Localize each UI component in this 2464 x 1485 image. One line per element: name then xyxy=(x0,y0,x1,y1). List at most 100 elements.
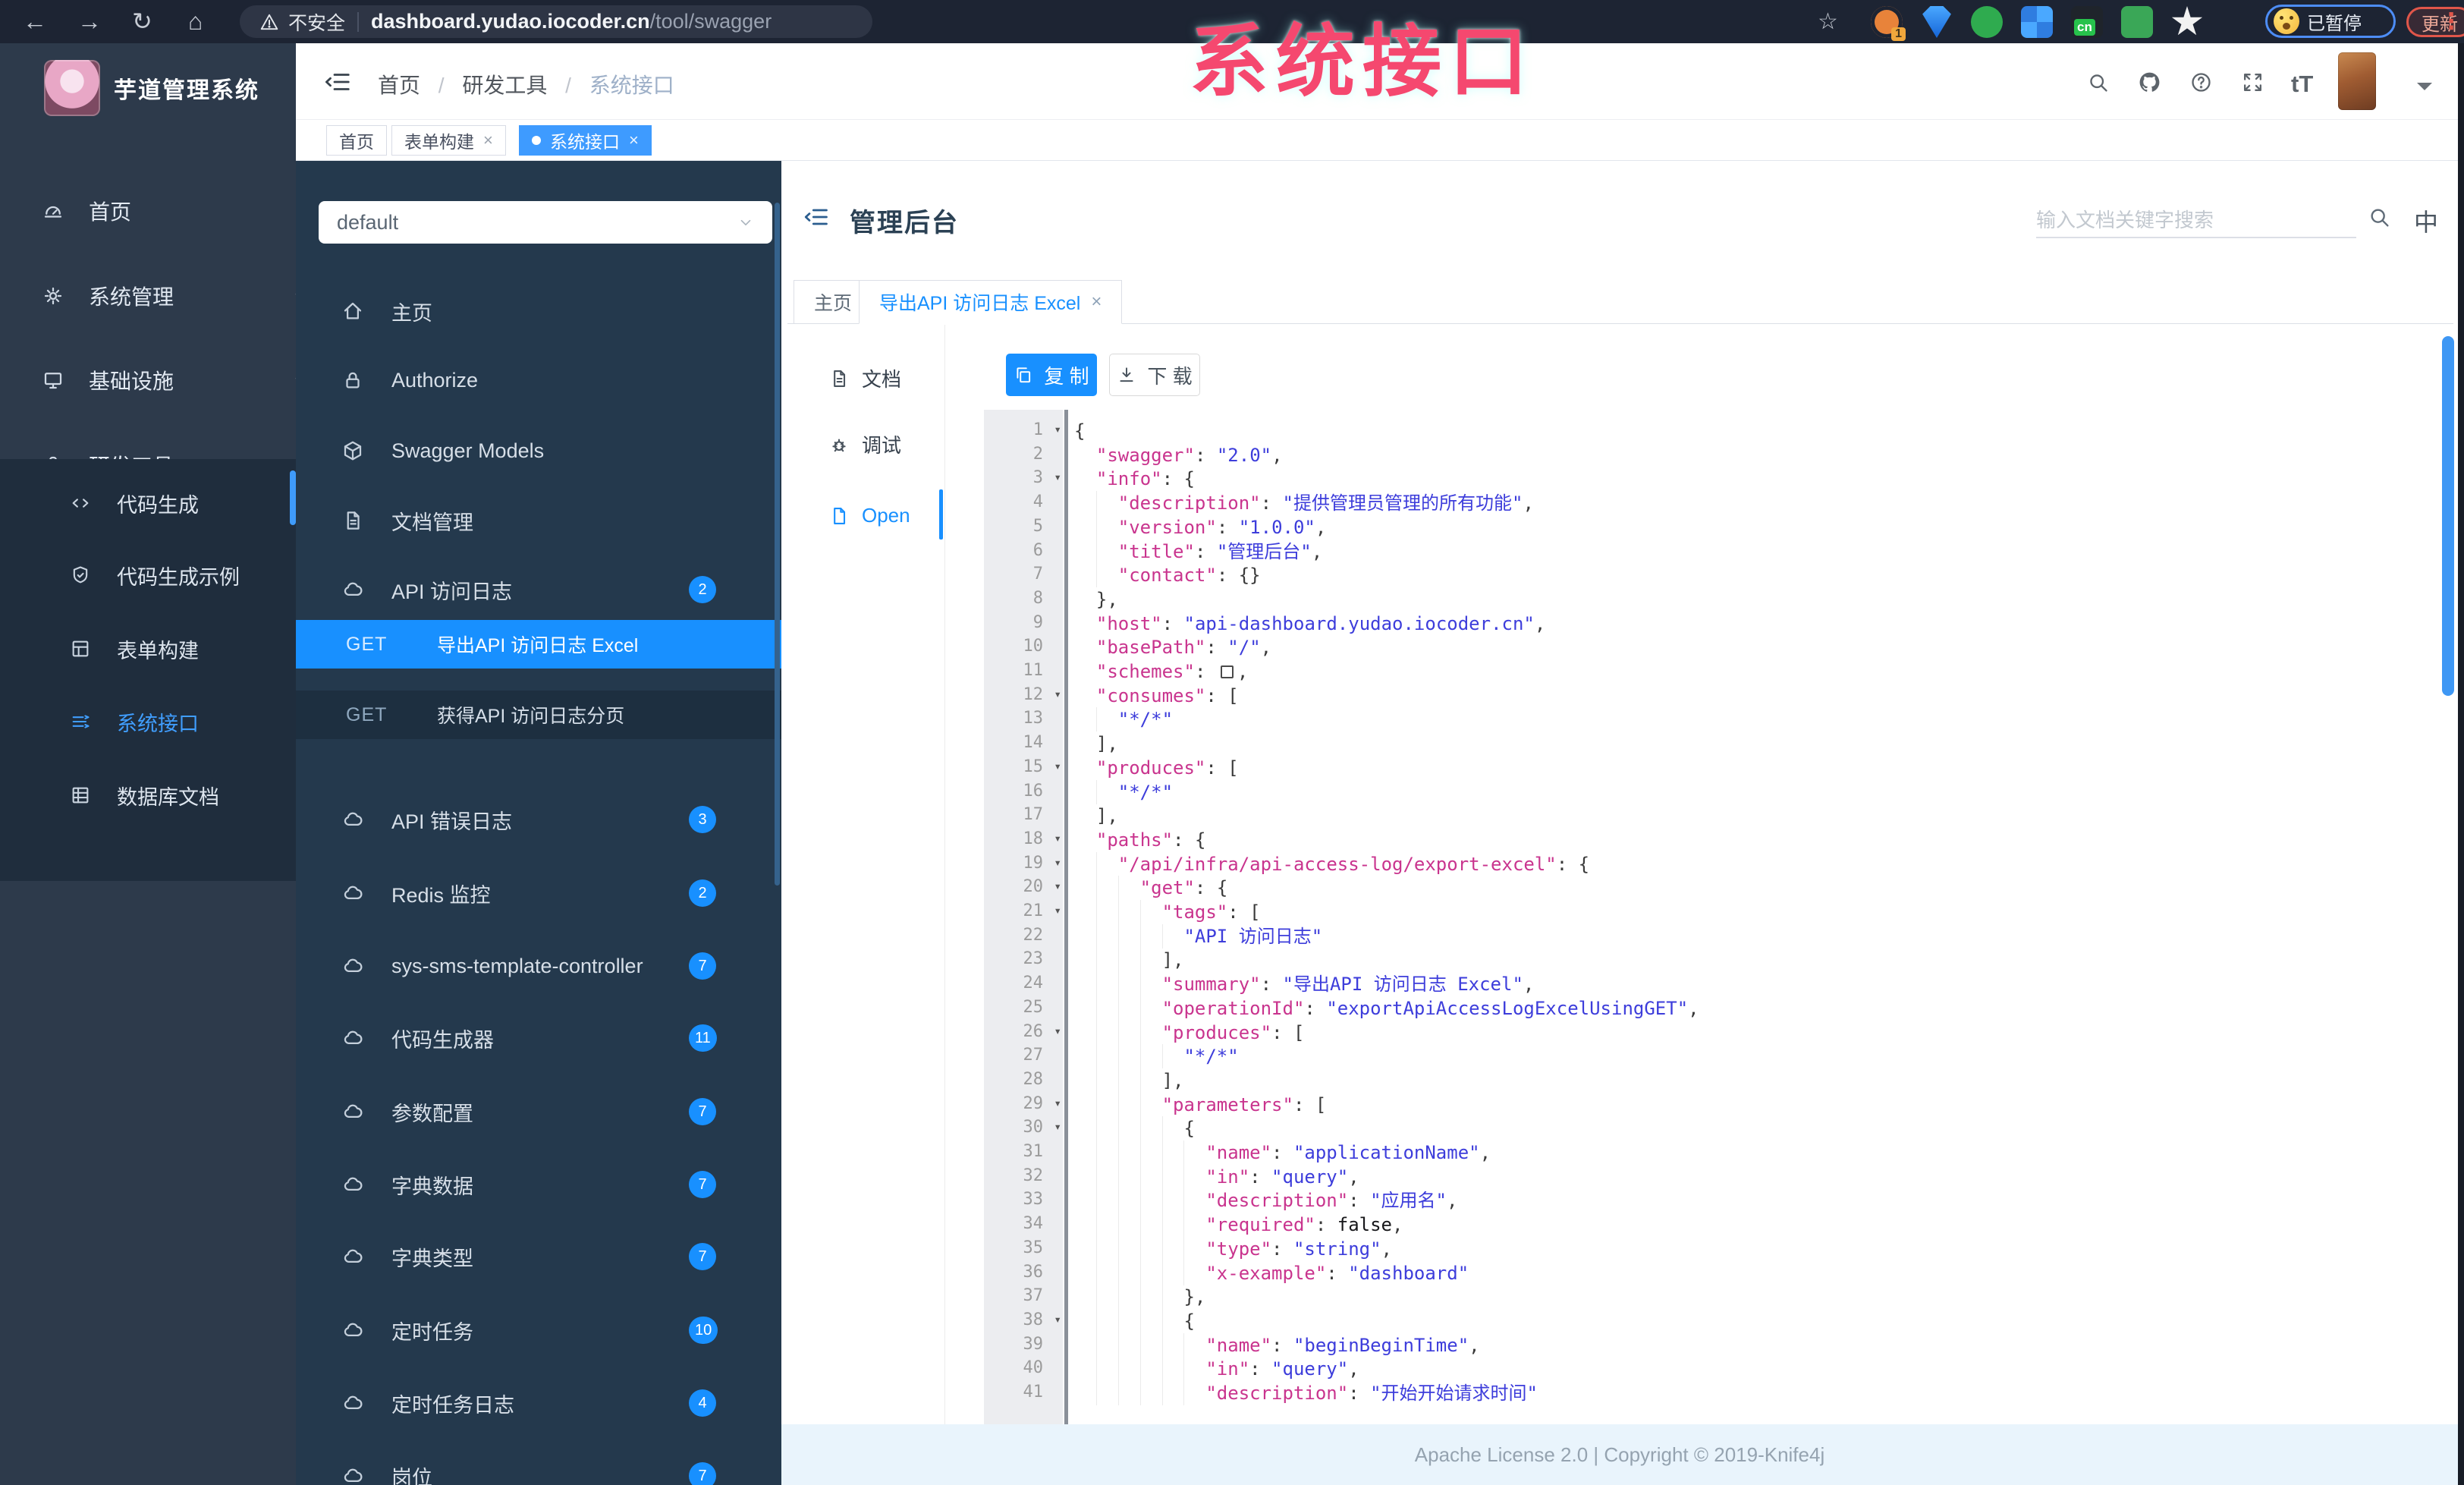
api-group[interactable]: 字典数据 7 xyxy=(296,1161,781,1208)
app-title: 芋道管理系统 xyxy=(114,78,259,103)
close-icon[interactable]: × xyxy=(629,131,639,150)
sidebar-subitem-api[interactable]: 系统接口 xyxy=(0,698,296,745)
code-line: ], xyxy=(1074,948,1183,973)
fold-icon[interactable]: ▾ xyxy=(1054,831,1061,845)
help-icon[interactable] xyxy=(2189,71,2213,94)
fold-icon[interactable]: ▾ xyxy=(1054,470,1061,484)
api-sidebar-scrollbar[interactable] xyxy=(775,203,780,886)
security-label: 不安全 xyxy=(288,12,346,34)
close-icon[interactable]: × xyxy=(483,131,493,150)
doc-menu-调试[interactable]: 调试 xyxy=(828,430,901,458)
cloud-icon xyxy=(341,1465,364,1485)
fold-icon[interactable]: ▾ xyxy=(1054,1312,1061,1326)
code-line: "in": "query", xyxy=(1074,1357,1359,1382)
breadcrumb-item[interactable]: 研发工具 xyxy=(462,74,547,97)
api-group-label: API 错误日志 xyxy=(391,810,513,833)
api-operation[interactable]: GET 导出API 访问日志 Excel xyxy=(296,620,781,669)
github-icon[interactable] xyxy=(2138,71,2161,94)
search-icon[interactable] xyxy=(2086,71,2110,94)
divider xyxy=(357,11,360,32)
count-badge: 7 xyxy=(689,1462,716,1485)
avatar[interactable] xyxy=(2338,52,2376,110)
fold-icon[interactable]: ▾ xyxy=(1054,1119,1061,1134)
fold-icon[interactable]: ▾ xyxy=(1054,1096,1061,1110)
close-icon[interactable]: × xyxy=(1091,291,1102,313)
tag-chip[interactable]: 表单构建 × xyxy=(391,125,506,156)
hamburger-icon[interactable] xyxy=(323,68,352,96)
window-scrollbar[interactable] xyxy=(2458,43,2464,1485)
doc-menu-open[interactable]: Open xyxy=(828,504,910,527)
line-number: 18 ▾ xyxy=(1023,829,1062,848)
fold-icon[interactable]: ▾ xyxy=(1054,879,1061,893)
sidebar-scrollbar[interactable] xyxy=(290,470,296,525)
fold-icon[interactable]: ▾ xyxy=(1054,759,1061,773)
sidebar-subitem-code[interactable]: 代码生成 xyxy=(0,480,296,527)
api-group[interactable]: 定时任务日志 4 xyxy=(296,1380,781,1427)
api-group[interactable]: 岗位 7 xyxy=(296,1452,781,1485)
fold-icon[interactable]: ▾ xyxy=(1054,687,1061,701)
api-group[interactable]: Redis 监控 2 xyxy=(296,870,781,917)
green-square-extension-icon[interactable] xyxy=(2121,6,2153,38)
blue-drop-extension-icon[interactable] xyxy=(1922,6,1951,38)
doc-tab[interactable]: 导出API 访问日志 Excel × xyxy=(859,280,1123,324)
green-check-circle-extension-icon[interactable] xyxy=(1971,6,2003,38)
sidebar-subitem-shield[interactable]: 代码生成示例 xyxy=(0,552,296,599)
api-group[interactable]: 参数配置 7 xyxy=(296,1088,781,1135)
doc-menu-文档[interactable]: 文档 xyxy=(828,364,901,392)
paused-extension-pill[interactable]: 已暂停 xyxy=(2265,5,2396,38)
line-number: 22 xyxy=(1023,925,1044,945)
collapse-menu-icon[interactable] xyxy=(803,203,830,231)
api-group[interactable]: 字典类型 7 xyxy=(296,1233,781,1280)
sidebar-subitem-form[interactable]: 表单构建 xyxy=(0,625,296,672)
docs-icon xyxy=(341,509,364,532)
download-button[interactable]: 下 载 xyxy=(1109,354,1200,396)
api-operation[interactable]: GET 获得API 访问日志分页 xyxy=(296,691,781,739)
sidebar-subitem-db[interactable]: 数据库文档 xyxy=(0,772,296,819)
code-line: "schemes": , xyxy=(1095,661,1249,682)
fold-icon[interactable]: ▾ xyxy=(1054,855,1061,870)
api-menu-home[interactable]: 主页 xyxy=(296,288,781,335)
doc-search-input[interactable]: 输入文档关键字搜索 xyxy=(2036,205,2356,238)
group-select[interactable]: default xyxy=(319,201,772,244)
fold-icon[interactable]: ▾ xyxy=(1054,903,1061,917)
cn-badge-extension-icon[interactable]: cn xyxy=(2071,6,2103,38)
browser-back-icon[interactable]: ← xyxy=(23,6,47,36)
search-icon[interactable] xyxy=(2367,205,2391,229)
main-scrollbar[interactable] xyxy=(2442,336,2454,696)
line-number: 39 xyxy=(1023,1334,1044,1354)
tag-chip[interactable]: 首页 xyxy=(326,125,387,156)
language-switch[interactable]: 中 xyxy=(2414,203,2438,238)
sidebar-item-home[interactable]: 首页 xyxy=(0,187,296,234)
fold-icon[interactable]: ▾ xyxy=(1054,1024,1061,1038)
api-group[interactable]: 代码生成器 11 xyxy=(296,1015,781,1062)
code-line: { xyxy=(1074,1116,1195,1141)
bookmark-star-icon[interactable]: ☆ xyxy=(1818,8,1838,35)
api-group[interactable]: 定时任务 10 xyxy=(296,1307,781,1354)
logo-row[interactable]: 芋道管理系统 xyxy=(0,54,296,122)
caret-down-icon[interactable] xyxy=(2417,83,2432,98)
address-bar[interactable]: 不安全 dashboard.yudao.iocoder.cn/tool/swag… xyxy=(240,5,872,38)
api-group[interactable]: API 错误日志 3 xyxy=(296,796,781,843)
browser-home-icon[interactable]: ⌂ xyxy=(188,6,203,36)
breadcrumb-item[interactable]: 首页 xyxy=(378,74,420,97)
sidebar-item-system[interactable]: 系统管理 xyxy=(0,272,306,319)
sidebar-item-infra[interactable]: 基础设施 xyxy=(0,357,306,404)
api-menu-cube[interactable]: Swagger Models xyxy=(296,427,781,474)
api-menu-cloud[interactable]: API 访问日志 2 xyxy=(296,566,781,613)
fullscreen-icon[interactable] xyxy=(2241,71,2264,94)
white-star-extension-icon[interactable] xyxy=(2171,6,2203,36)
orange-circle-badge-1-extension-icon[interactable]: 1 xyxy=(1871,6,1906,41)
browser-forward-icon[interactable]: → xyxy=(77,6,102,36)
browser-menu-icon[interactable]: ⋮ xyxy=(2440,7,2462,37)
browser-reload-icon[interactable]: ↻ xyxy=(132,6,152,36)
tag-chip[interactable]: 系统接口 × xyxy=(519,125,652,156)
fold-icon[interactable]: ▾ xyxy=(1054,422,1061,436)
copy-button[interactable]: 复 制 xyxy=(1006,354,1097,396)
blue-grid-extension-icon[interactable] xyxy=(2021,6,2053,38)
api-group[interactable]: sys-sms-template-controller 7 xyxy=(296,942,781,989)
code-editor[interactable]: 1 ▾ 2 3 ▾ 4 5 6 7 8 9 10 11 12 ▾ 13 14 15 ▾ 16 17 18 ▾ 19 ▾ 20 ▾ 21… xyxy=(948,410,2458,1424)
group-select-value: default xyxy=(337,210,399,234)
api-menu-lock[interactable]: Authorize xyxy=(296,357,781,404)
font-size-icon[interactable]: tT xyxy=(2291,71,2313,98)
api-menu-docs[interactable]: 文档管理 xyxy=(296,497,781,544)
